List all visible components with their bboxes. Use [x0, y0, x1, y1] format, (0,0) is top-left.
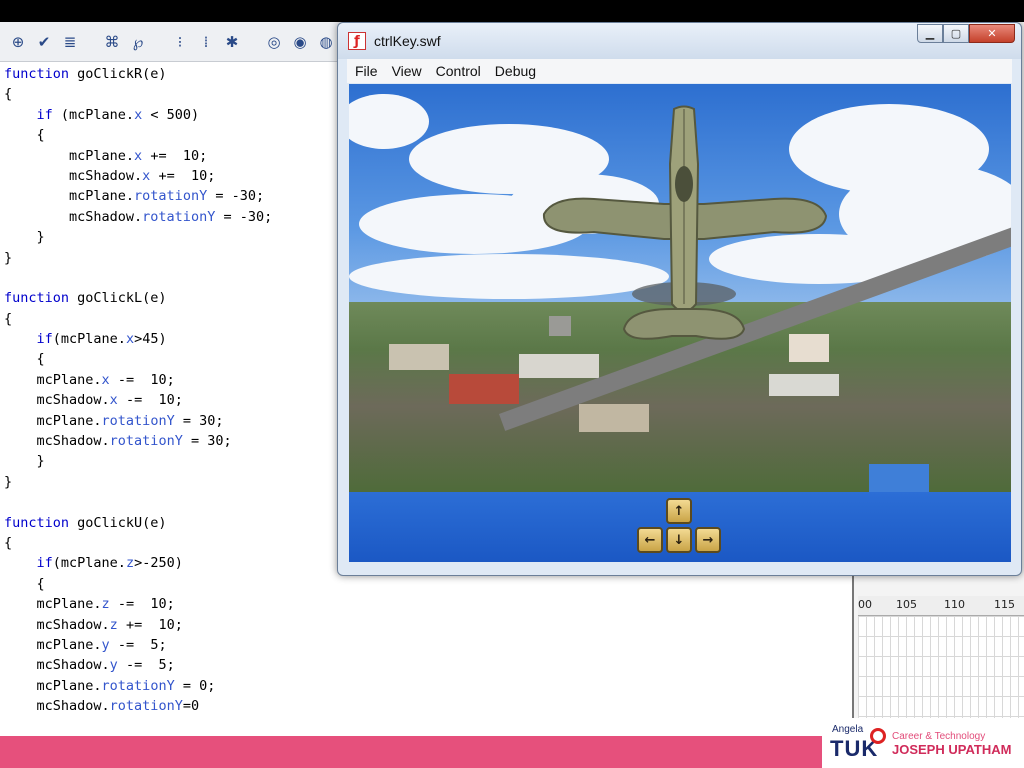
menu-control[interactable]: Control [436, 63, 481, 79]
menu-view[interactable]: View [392, 63, 422, 79]
menu-bar: File View Control Debug [347, 59, 1012, 83]
swf-stage[interactable]: ↑ ← ↓ → [349, 84, 1011, 562]
code-line: } [4, 453, 45, 470]
window-title: ctrlKey.swf [374, 33, 441, 49]
code-line: } [4, 229, 45, 246]
logo: Angela TUK Career & Technology JOSEPH UP… [822, 720, 1024, 768]
code-line: { [4, 86, 13, 103]
balloon2-icon[interactable]: ◉ [290, 32, 310, 52]
blue-roof [869, 464, 929, 494]
crosshair-icon[interactable]: ⊕ [8, 32, 28, 52]
logo-name: JOSEPH UPATHAM [892, 742, 1012, 757]
close-icon[interactable]: ✕ [969, 24, 1015, 43]
arrow-left-key[interactable]: ← [637, 527, 663, 553]
logo-small-text: Angela [832, 724, 864, 735]
ruler-label: 00 [858, 598, 872, 611]
menu-file[interactable]: File [355, 63, 378, 79]
arrow-right-key[interactable]: → [695, 527, 721, 553]
heart-icon [870, 728, 886, 744]
code-line: function goClickL(e) [4, 290, 167, 307]
top-black-bar [0, 0, 1024, 22]
minimize-icon[interactable]: ▁ [917, 24, 943, 43]
ruler-label: 105 [896, 598, 917, 611]
timeline-ruler: 00 105 110 115 [858, 596, 1024, 616]
check-icon[interactable]: ✔ [34, 32, 54, 52]
code-line: } [4, 473, 13, 490]
expand-icon[interactable]: ⁞ [196, 32, 216, 52]
code-line: mcPlane.y -= 5; [4, 636, 167, 653]
code-line: mcShadow.rotationY = 30; [4, 433, 232, 450]
maximize-icon[interactable]: ▢ [943, 24, 969, 43]
code-line: mcPlane.z -= 10; [4, 596, 175, 613]
arrow-down-key[interactable]: ↓ [666, 527, 692, 553]
code-line: mcPlane.rotationY = -30; [4, 188, 265, 205]
code-line: if(mcPlane.x>45) [36, 331, 167, 348]
code-line: mcPlane.rotationY = 30; [4, 412, 224, 429]
code-line: mcShadow.rotationY=0 [4, 698, 200, 715]
code-line: mcShadow.y -= 5; [4, 657, 175, 674]
building [449, 374, 519, 404]
code-line: mcShadow.x += 10; [4, 167, 216, 184]
code-line: { [4, 127, 45, 144]
arrow-up-key[interactable]: ↑ [666, 498, 692, 524]
code-line: mcShadow.z += 10; [4, 616, 183, 633]
timeline-grid[interactable] [858, 616, 1024, 718]
code-line: } [4, 249, 13, 266]
cloud [349, 94, 429, 149]
building [389, 344, 449, 370]
menu-debug[interactable]: Debug [495, 63, 536, 79]
align-icon[interactable]: ≣ [60, 32, 80, 52]
code-line: if (mcPlane.x < 500) [36, 106, 200, 123]
code-line: mcPlane.x += 10; [4, 147, 208, 164]
collapse-icon[interactable]: ⁝ [170, 32, 190, 52]
code-line: mcShadow.rotationY = -30; [4, 208, 273, 225]
code-line: mcPlane.x -= 10; [4, 371, 175, 388]
balloon-icon[interactable]: ◎ [264, 32, 284, 52]
code-line: { [4, 534, 13, 551]
flash-player-window: ƒ ctrlKey.swf ▁ ▢ ✕ File View Control De… [337, 22, 1022, 576]
comment-icon[interactable]: ⌘ [102, 32, 122, 52]
title-bar[interactable]: ƒ ctrlKey.swf ▁ ▢ ✕ [338, 23, 1021, 59]
ruler-label: 110 [944, 598, 965, 611]
code-line: mcShadow.x -= 10; [4, 392, 183, 409]
star-icon[interactable]: ✱ [222, 32, 242, 52]
code-line: function goClickU(e) [4, 514, 167, 531]
ruler-label: 115 [994, 598, 1015, 611]
code-line: if(mcPlane.z>-250) [36, 555, 183, 572]
airplane-sprite [542, 105, 828, 340]
building [579, 404, 649, 432]
building [769, 374, 839, 396]
code-line: mcPlane.rotationY = 0; [4, 677, 216, 694]
code-line: { [4, 351, 45, 368]
code-line: function goClickR(e) [4, 66, 167, 82]
code-line: { [4, 575, 45, 592]
wrap-icon[interactable]: ℘ [128, 32, 148, 52]
flash-app-icon: ƒ [348, 32, 366, 50]
code-line: { [4, 310, 13, 327]
logo-subtitle: Career & Technology [892, 731, 986, 742]
balloon3-icon[interactable]: ◍ [316, 32, 336, 52]
tuk-logo-mark: Angela TUK [828, 722, 886, 766]
code-area[interactable]: function goClickR(e) { if (mcPlane.x < 50… [4, 64, 344, 717]
control-strip: ↑ ← ↓ → [349, 492, 1011, 562]
